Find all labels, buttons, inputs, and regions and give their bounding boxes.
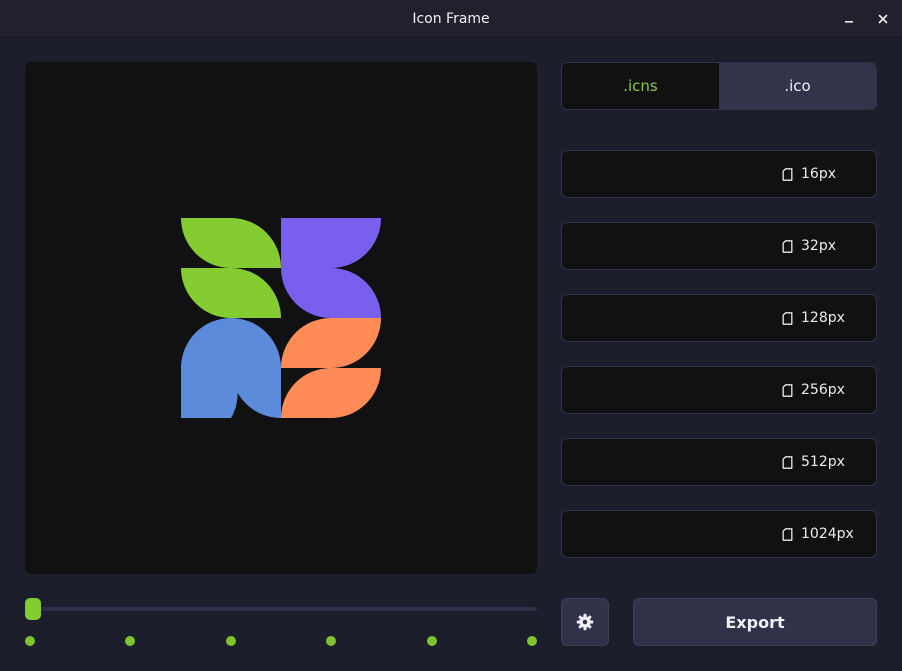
orange-petal-bottom [281, 368, 381, 418]
size-label: 32px [801, 238, 836, 254]
file-icon [782, 383, 793, 397]
size-label: 1024px [801, 526, 854, 542]
size-label: 256px [801, 382, 845, 398]
format-tabs: .icns .ico [561, 62, 877, 110]
slider-tick [226, 636, 236, 646]
slider-tick [326, 636, 336, 646]
size-row-512[interactable]: 512px [561, 438, 877, 486]
purple-petal [281, 218, 381, 318]
tab-ico[interactable]: .ico [719, 63, 876, 109]
orange-petal-top [281, 318, 381, 368]
size-label: 512px [801, 454, 845, 470]
slider-tick [427, 636, 437, 646]
file-icon [782, 311, 793, 325]
minimize-icon [845, 21, 853, 23]
size-label: 16px [801, 166, 836, 182]
blue-petal [181, 318, 281, 418]
slider-tick [25, 636, 35, 646]
size-row-128[interactable]: 128px [561, 294, 877, 342]
settings-button[interactable] [561, 598, 609, 646]
gear-icon [576, 613, 594, 631]
export-button[interactable]: Export [633, 598, 877, 646]
title-bar: Icon Frame [0, 0, 902, 38]
icon-preview [25, 62, 537, 574]
close-button[interactable] [872, 8, 894, 30]
window-title: Icon Frame [412, 11, 490, 27]
size-slider-handle[interactable] [25, 598, 41, 620]
slider-tick [527, 636, 537, 646]
size-row-256[interactable]: 256px [561, 366, 877, 414]
green-petal-bottom [181, 268, 281, 318]
tab-icns[interactable]: .icns [562, 63, 719, 109]
size-label: 128px [801, 310, 845, 326]
size-row-16[interactable]: 16px [561, 150, 877, 198]
size-row-32[interactable]: 32px [561, 222, 877, 270]
size-row-1024[interactable]: 1024px [561, 510, 877, 558]
size-slider-track[interactable] [33, 607, 537, 611]
file-icon [782, 527, 793, 541]
slider-tick [125, 636, 135, 646]
green-petal-top [181, 218, 281, 268]
minimize-button[interactable] [838, 8, 860, 30]
file-icon [782, 239, 793, 253]
file-icon [782, 455, 793, 469]
app-logo-icon [181, 218, 381, 418]
file-icon [782, 167, 793, 181]
close-icon [878, 14, 888, 24]
